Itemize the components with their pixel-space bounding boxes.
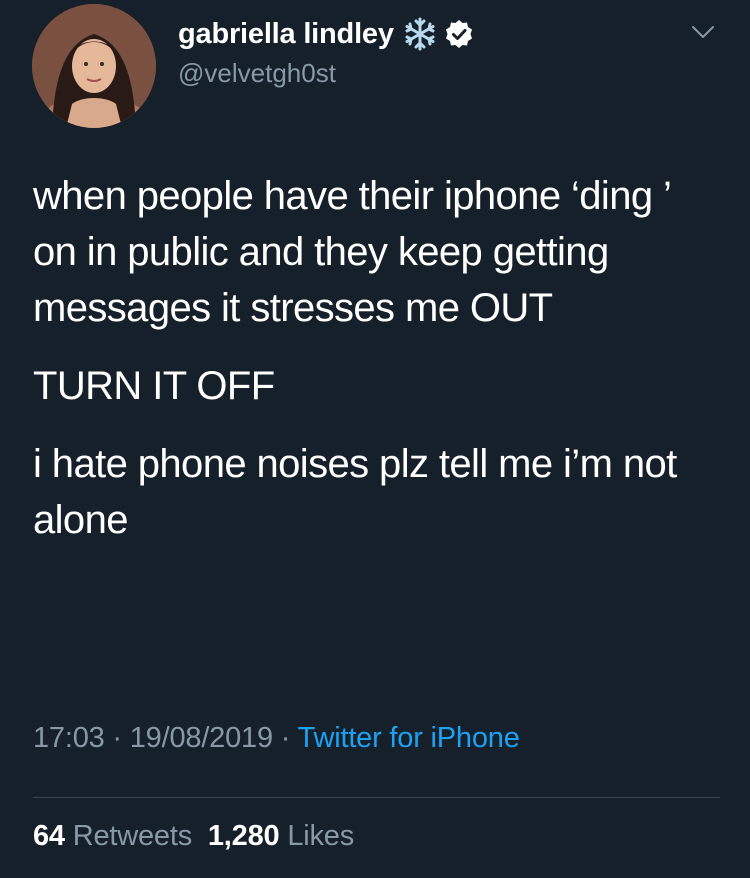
author-handle[interactable]: @velvetgh0st [178, 58, 336, 89]
meta-separator: · [104, 722, 130, 754]
author-name-row[interactable]: gabriella lindley [178, 14, 474, 54]
avatar[interactable] [32, 4, 156, 128]
tweet-paragraph: when people have their iphone ‘ding ’ on… [33, 174, 670, 330]
chevron-down-icon[interactable] [688, 22, 718, 42]
retweets-count: 64 [33, 820, 65, 852]
verified-badge-icon [444, 19, 474, 49]
tweet-detail: gabriella lindley @velvetgh0st when peop… [0, 0, 750, 878]
likes-count: 1,280 [207, 820, 280, 852]
tweet-stats: 64 Retweets 1,280 Likes [33, 820, 354, 853]
tweet-paragraph: i hate phone noises plz tell me i’m not … [33, 442, 677, 542]
tweet-source-link[interactable]: Twitter for iPhone [298, 722, 520, 754]
divider [33, 797, 720, 798]
retweets-stat[interactable]: 64 Retweets [33, 820, 192, 852]
tweet-date[interactable]: 19/08/2019 [130, 722, 273, 754]
tweet-paragraph: TURN IT OFF [33, 364, 275, 408]
likes-label: Likes [287, 820, 355, 852]
avatar-photo [32, 4, 156, 128]
display-name[interactable]: gabriella lindley [178, 18, 394, 51]
snowflake-icon [402, 16, 438, 52]
tweet-time[interactable]: 17:03 [33, 722, 105, 754]
tweet-meta: 17:03 · 19/08/2019 · Twitter for iPhone [33, 722, 520, 755]
likes-stat[interactable]: 1,280 Likes [208, 820, 354, 852]
meta-separator: · [272, 722, 298, 754]
retweets-label: Retweets [72, 820, 193, 852]
tweet-text: when people have their iphone ‘ding ’ on… [33, 168, 723, 548]
